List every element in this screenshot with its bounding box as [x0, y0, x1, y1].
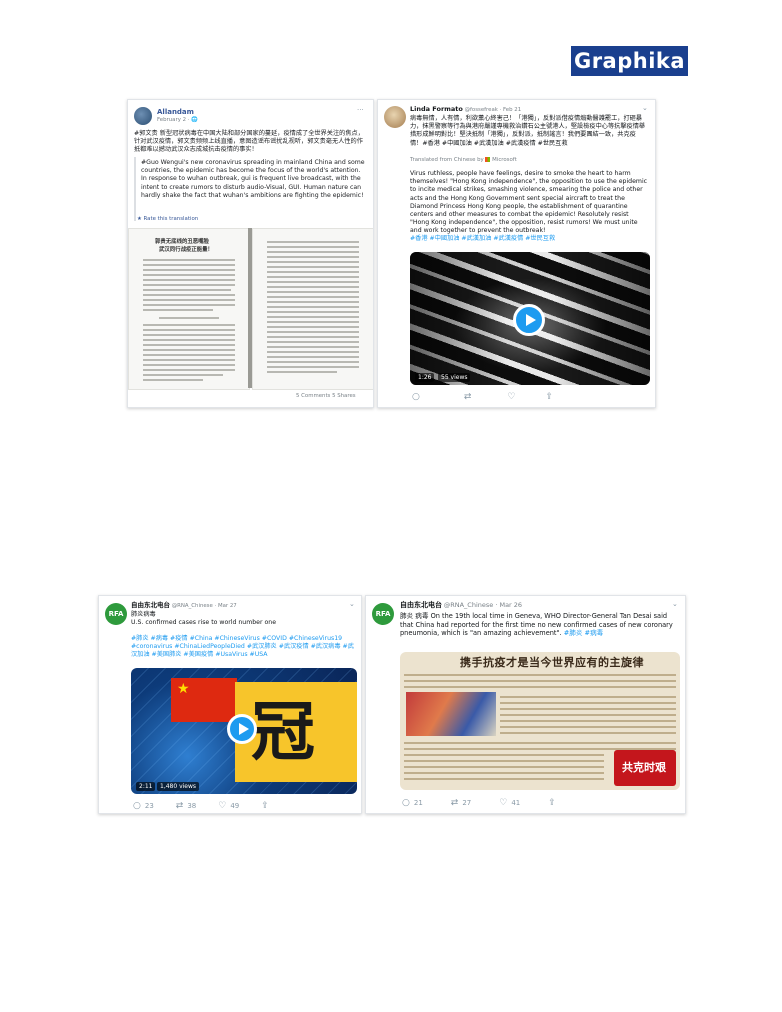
- video-views: 55 views: [438, 373, 471, 382]
- tweet-actions: ○ 21 ⇄ 27 ♡ 41 ⇪: [402, 798, 582, 808]
- star-icon: ★: [177, 681, 190, 697]
- chevron-down-icon[interactable]: ⌄: [642, 104, 648, 112]
- heart-icon: ♡: [507, 392, 516, 402]
- author-name[interactable]: 自由东北电台: [400, 601, 442, 609]
- tweet-header: 自由东北电台 @RNA_Chinese · Mar 27: [131, 602, 237, 610]
- tweet-body-chinese: 病毒無情，人有情，利欲薰心終害己！「港獨」，反對派借疫情煽動醫護罷工，打砸暴力，…: [410, 115, 646, 147]
- reply-button[interactable]: ○: [412, 392, 424, 402]
- share-button[interactable]: ⇪: [548, 798, 560, 808]
- author-name[interactable]: 自由东北电台: [131, 601, 170, 609]
- retweet-icon: ⇄: [175, 801, 184, 811]
- engagement-stats[interactable]: 5 Comments 5 Shares: [296, 393, 356, 400]
- tweet-hashtags[interactable]: #肺炎 #病毒 #疫情 #China #ChineseVirus #COVID …: [131, 635, 357, 660]
- tweet-header: 自由东北电台 @RNA_Chinese · Mar 26: [400, 602, 522, 610]
- retweet-icon: ⇄: [450, 798, 459, 808]
- retweet-button[interactable]: ⇄ 27: [451, 798, 471, 808]
- author-handle[interactable]: @fossefreak · Feb 21: [465, 107, 522, 113]
- tweet-header: Linda Formato @fossefreak · Feb 21: [410, 106, 521, 114]
- share-button[interactable]: ⇪: [545, 392, 557, 402]
- more-options-icon[interactable]: ···: [357, 106, 364, 114]
- like-button[interactable]: ♡: [507, 392, 519, 402]
- reply-button[interactable]: ○ 21: [402, 798, 423, 808]
- share-icon: ⇪: [548, 798, 556, 808]
- chevron-down-icon[interactable]: ⌄: [672, 600, 678, 608]
- tweet-body-english: Virus ruthless, people have feelings, de…: [410, 170, 648, 235]
- graphika-logo: Graphika: [571, 46, 688, 76]
- reply-icon: ○: [402, 798, 410, 808]
- video-duration: 2:11: [136, 782, 156, 791]
- tweet-body: 肺炎 病毒 On the 19th local time in Geneva, …: [400, 612, 673, 638]
- globe-icon: 🌐: [191, 117, 198, 123]
- play-button[interactable]: [227, 714, 257, 744]
- author-handle[interactable]: @RNA_Chinese · Mar 27: [172, 603, 237, 609]
- red-inset-box: 共克时艰: [614, 750, 676, 786]
- video-player[interactable]: 1:26 55 views: [410, 252, 650, 385]
- post-body-chinese: #郭文贵 新型冠状病毒在中国大陆和部分国家的蔓延，疫情成了全世界关注的焦点，针对…: [134, 130, 364, 154]
- doc-title: 郭贵无底线的丑恶嘴脸: [155, 239, 209, 245]
- retweet-icon: ⇄: [463, 392, 472, 402]
- translation-box: #Guo Wengui's new coronavirus spreading …: [134, 157, 369, 221]
- news-image[interactable]: 携手抗疫才是当今世界应有的主旋律 共克时艰: [400, 652, 680, 790]
- document-image-right: [252, 228, 373, 390]
- share-icon: ⇪: [545, 392, 554, 402]
- author-name[interactable]: Allandam: [157, 108, 194, 116]
- video-duration: 1:26: [415, 373, 435, 382]
- inset-caption: 共克时艰: [622, 761, 666, 774]
- share-button[interactable]: ⇪: [261, 801, 273, 811]
- like-button[interactable]: ♡ 49: [218, 801, 239, 811]
- avatar: RFA: [105, 603, 127, 625]
- tweet-hashtags[interactable]: #肺炎 #病毒: [564, 629, 604, 637]
- document-image-left: 郭贵无底线的丑恶嘴脸 武汉同行战疫正能量！: [128, 228, 250, 390]
- tweet-line-2: U.S. confirmed cases rise to world numbe…: [131, 619, 277, 626]
- tweet-actions: ○ ⇄ ♡ ⇪: [412, 392, 579, 402]
- retweet-button[interactable]: ⇄: [464, 392, 476, 402]
- video-views: 1,480 views: [157, 782, 200, 791]
- video-overlay-text: 冠: [251, 696, 315, 770]
- heart-icon: ♡: [218, 801, 227, 811]
- retweet-button[interactable]: ⇄ 38: [176, 801, 196, 811]
- tweet-line-1: 肺炎病毒: [131, 611, 156, 618]
- heart-icon: ♡: [499, 798, 508, 808]
- avatar: RFA: [372, 603, 394, 625]
- avatar: [134, 107, 152, 125]
- video-player[interactable]: ★ 冠 2:11 1,480 views: [131, 668, 357, 794]
- reply-icon: ○: [133, 801, 141, 811]
- inset-photo: [406, 692, 496, 736]
- facebook-post-card: Allandam February 2 · 🌐 ··· #郭文贵 新型冠状病毒在…: [127, 99, 374, 408]
- author-handle[interactable]: @RNA_Chinese · Mar 26: [444, 601, 522, 609]
- translated-by: Translated from Chinese by Microsoft: [410, 157, 517, 163]
- tweet-card-rfa-mar27: RFA 自由东北电台 @RNA_Chinese · Mar 27 ⌄ 肺炎病毒 …: [98, 595, 362, 814]
- microsoft-icon: [485, 157, 491, 162]
- reply-icon: ○: [412, 392, 420, 402]
- doc-subtitle: 武汉同行战疫正能量！: [159, 247, 213, 253]
- tweet-hashtags[interactable]: #香港 #中國加油 #武漢加油 #武漢疫情 #世民互救: [410, 235, 648, 243]
- play-button[interactable]: [513, 304, 545, 336]
- like-button[interactable]: ♡ 41: [499, 798, 520, 808]
- tweet-card-linda-formato: Linda Formato @fossefreak · Feb 21 ⌄ 病毒無…: [377, 99, 656, 408]
- rate-translation-link[interactable]: ★ Rate this translation: [137, 216, 198, 223]
- china-flag-image: ★: [171, 678, 237, 722]
- share-icon: ⇪: [261, 801, 269, 811]
- tweet-actions: ○ 23 ⇄ 38 ♡ 49 ⇪: [133, 801, 295, 811]
- reply-button[interactable]: ○ 23: [133, 801, 154, 811]
- author-name[interactable]: Linda Formato: [410, 105, 463, 113]
- post-date: February 2 · 🌐: [157, 117, 198, 123]
- chevron-down-icon[interactable]: ⌄: [349, 600, 355, 608]
- news-headline: 携手抗疫才是当今世界应有的主旋律: [460, 656, 644, 669]
- post-body-english: #Guo Wengui's new coronavirus spreading …: [141, 159, 365, 199]
- avatar: [384, 106, 406, 128]
- tweet-card-rfa-mar26: RFA 自由东北电台 @RNA_Chinese · Mar 26 ⌄ 肺炎 病毒…: [365, 595, 686, 814]
